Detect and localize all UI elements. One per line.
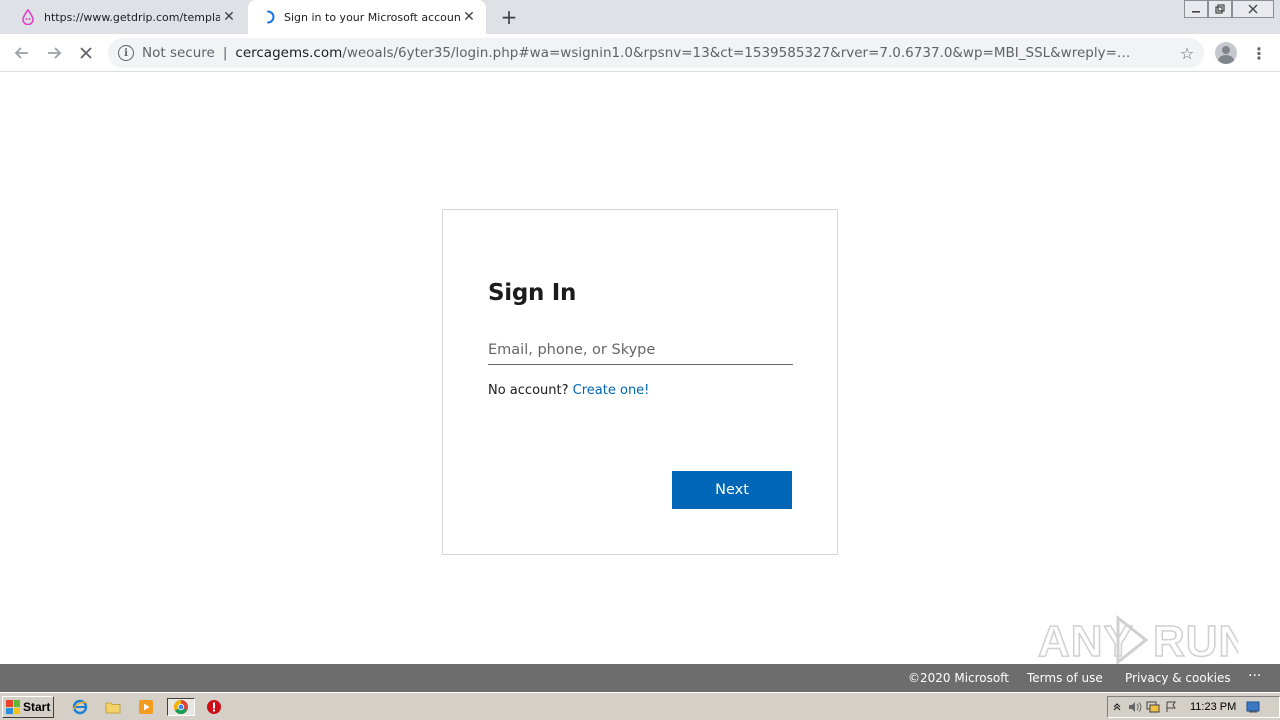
url-path: /weoals/6yter35/login.php#wa=wsignin1.0&… — [342, 45, 1133, 61]
address-separator: | — [222, 45, 228, 61]
close-icon[interactable]: ✕ — [220, 8, 238, 26]
security-status: Not secure — [142, 45, 215, 61]
tab-title: Sign in to your Microsoft account — [284, 10, 460, 24]
windows-taskbar: Start 11:23 PM — [0, 692, 1280, 720]
opera-icon[interactable] — [204, 698, 224, 716]
show-desktop-icon[interactable] — [1244, 698, 1262, 716]
window-close-icon[interactable] — [1232, 0, 1274, 18]
drip-favicon-icon — [20, 9, 36, 25]
info-icon[interactable]: i — [118, 45, 134, 61]
system-tray: 11:23 PM — [1107, 696, 1280, 718]
new-tab-button[interactable]: + — [498, 5, 520, 29]
action-center-flag-icon[interactable] — [1162, 698, 1180, 716]
tab-title: https://www.getdrip.com/template_ — [44, 10, 220, 24]
signin-card: Sign In No account? Create one! Next — [442, 209, 838, 555]
restore-icon[interactable] — [1208, 0, 1232, 18]
browser-tab-strip: https://www.getdrip.com/template_ ✕ Sign… — [0, 0, 1280, 34]
bookmark-star-icon[interactable]: ☆ — [1178, 44, 1196, 63]
close-icon[interactable]: ✕ — [460, 8, 478, 26]
back-arrow-icon[interactable] — [9, 40, 35, 66]
start-label: Start — [23, 700, 51, 714]
more-options-icon[interactable]: ··· — [1248, 668, 1261, 684]
chrome-icon[interactable] — [167, 698, 195, 716]
profile-avatar-icon[interactable] — [1215, 42, 1237, 64]
taskbar-clock[interactable]: 11:23 PM — [1190, 701, 1236, 713]
next-button[interactable]: Next — [672, 471, 792, 509]
stop-loading-icon[interactable] — [73, 40, 99, 66]
copyright-text: ©2020 Microsoft — [908, 671, 1009, 685]
page-footer: ©2020 Microsoft Terms of use Privacy & c… — [0, 664, 1280, 692]
loading-spinner-icon — [260, 9, 276, 25]
tray-expand-icon[interactable] — [1108, 698, 1126, 716]
start-button[interactable]: Start — [2, 696, 54, 718]
internet-explorer-icon[interactable] — [70, 698, 90, 716]
page-title: Sign In — [488, 280, 577, 306]
tab-microsoft-signin[interactable]: Sign in to your Microsoft account ✕ — [248, 0, 486, 34]
no-account-row: No account? Create one! — [488, 383, 649, 398]
windows-logo-icon — [6, 700, 20, 714]
address-bar[interactable]: i Not secure | cercagems.com /weoals/6yt… — [108, 38, 1204, 68]
terms-link[interactable]: Terms of use — [1027, 671, 1103, 685]
forward-arrow-icon[interactable] — [41, 40, 67, 66]
no-account-text: No account? — [488, 383, 569, 398]
minimize-icon[interactable] — [1184, 0, 1208, 18]
browser-toolbar: i Not secure | cercagems.com /weoals/6yt… — [0, 34, 1280, 72]
watermark-text-any: ANY — [1038, 617, 1134, 666]
browser-menu-icon[interactable]: ⋮ — [1250, 42, 1268, 64]
screen: https://www.getdrip.com/template_ ✕ Sign… — [0, 0, 1280, 720]
watermark-text-run: RUN — [1153, 617, 1238, 666]
media-player-icon[interactable] — [136, 698, 156, 716]
anyrun-watermark: ANY RUN — [1038, 610, 1238, 670]
email-field[interactable] — [488, 335, 793, 365]
tab-getdrip[interactable]: https://www.getdrip.com/template_ ✕ — [8, 0, 246, 34]
url-host: cercagems.com — [235, 45, 343, 61]
privacy-link[interactable]: Privacy & cookies — [1125, 671, 1231, 685]
volume-icon[interactable] — [1126, 698, 1144, 716]
create-account-link[interactable]: Create one! — [573, 383, 650, 398]
folder-icon[interactable] — [103, 698, 123, 716]
network-icon[interactable] — [1144, 698, 1162, 716]
